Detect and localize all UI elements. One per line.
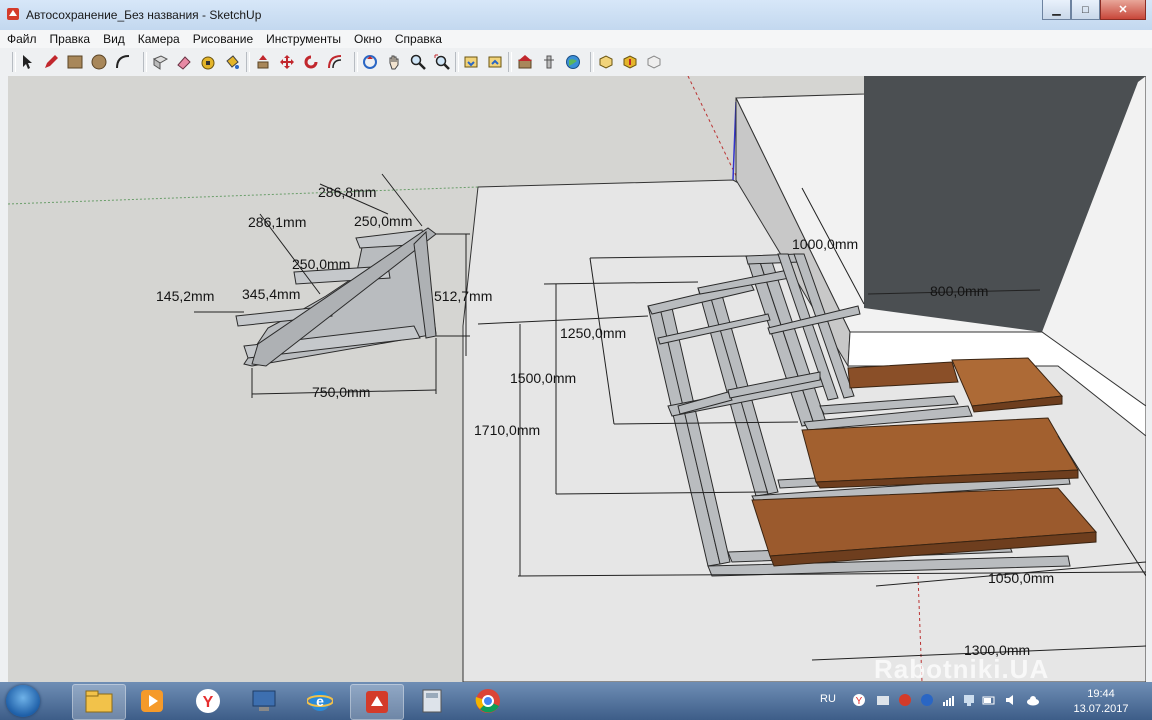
menu-draw[interactable]: Рисование	[186, 30, 259, 48]
maximize-button[interactable]: □	[1071, 0, 1100, 20]
language-indicator[interactable]: RU	[820, 693, 836, 705]
network-icon[interactable]	[962, 693, 976, 707]
battery-icon[interactable]	[982, 693, 996, 707]
dimension-label: 1050,0mm	[988, 570, 1055, 586]
menu-edit[interactable]: Правка	[43, 30, 97, 48]
zoom-icon[interactable]	[408, 52, 428, 72]
geo-location-icon[interactable]	[563, 52, 583, 72]
dimension-label: 800,0mm	[930, 283, 989, 299]
signal-icon[interactable]	[942, 693, 956, 707]
cloud-icon[interactable]	[1026, 693, 1040, 707]
title-bar: Автосохранение_Без названия - SketchUp ▁…	[0, 0, 1152, 31]
dimension-label: 1250,0mm	[560, 325, 627, 341]
scene-drawing	[8, 76, 1146, 682]
pan-icon[interactable]	[384, 52, 404, 72]
dimension-label: 750,0mm	[312, 384, 371, 400]
dimension-label: 345,4mm	[242, 286, 301, 302]
orbit-icon[interactable]	[360, 52, 380, 72]
pencil-icon[interactable]	[41, 52, 61, 72]
push-pull-icon[interactable]	[253, 52, 273, 72]
update-tray-icon[interactable]	[898, 693, 912, 707]
window-controls: ▁ □ ✕	[1042, 0, 1146, 20]
taskbar: Y e RU Y 19:44 13.07.2017	[0, 682, 1152, 720]
menu-camera[interactable]: Камера	[131, 30, 186, 48]
system-tray: RU Y 19:44 13.07.2017	[812, 682, 1152, 720]
get-models-icon[interactable]	[461, 52, 481, 72]
sketchup-app-icon	[7, 8, 19, 20]
sketchup-icon[interactable]	[350, 684, 404, 720]
eraser-icon[interactable]	[174, 52, 194, 72]
select-icon[interactable]	[17, 52, 37, 72]
move-icon[interactable]	[277, 52, 297, 72]
3d-warehouse-icon[interactable]	[596, 52, 616, 72]
extension-manager-icon[interactable]	[620, 52, 640, 72]
yandex-browser-icon[interactable]: Y	[182, 684, 234, 718]
circle-icon[interactable]	[89, 52, 109, 72]
dimension-label: 250,0mm	[354, 213, 413, 229]
main-toolbar	[0, 48, 1152, 77]
network-app-icon[interactable]	[238, 684, 290, 718]
chrome-icon[interactable]	[462, 684, 514, 718]
dimension-label: 1000,0mm	[792, 236, 859, 252]
app-tray-icon[interactable]	[876, 693, 890, 707]
minimize-button[interactable]: ▁	[1042, 0, 1071, 20]
internet-explorer-icon[interactable]: e	[294, 684, 346, 718]
volume-icon[interactable]	[1004, 693, 1018, 707]
menu-window[interactable]: Окно	[347, 30, 388, 48]
offset-icon[interactable]	[325, 52, 345, 72]
viewport-right-border	[1146, 76, 1152, 682]
drawing-viewport[interactable]: 286,8mm 286,1mm 250,0mm 250,0mm 145,2mm …	[8, 76, 1146, 682]
explorer-icon[interactable]	[72, 684, 126, 720]
clock-date: 13.07.2017	[1073, 703, 1129, 715]
arc-icon[interactable]	[113, 52, 133, 72]
zoom-extents-icon[interactable]	[432, 52, 452, 72]
menu-file[interactable]: Файл	[0, 30, 43, 48]
svg-text:Y: Y	[856, 696, 863, 707]
dimension-label: 512,7mm	[434, 288, 493, 304]
extension-icon[interactable]	[539, 52, 559, 72]
share-model-icon[interactable]	[485, 52, 505, 72]
site-watermark: Rabotniki.UA	[874, 654, 1050, 682]
menu-view[interactable]: Вид	[96, 30, 131, 48]
bluetooth-icon[interactable]	[920, 693, 934, 707]
tape-measure-icon[interactable]	[198, 52, 218, 72]
styles-icon[interactable]	[644, 52, 664, 72]
window-title: Автосохранение_Без названия - SketchUp	[26, 8, 262, 22]
dimension-label: 286,8mm	[318, 184, 377, 200]
menu-help[interactable]: Справка	[388, 30, 448, 48]
rectangle-icon[interactable]	[65, 52, 85, 72]
svg-text:Y: Y	[203, 694, 214, 711]
yandex-tray-icon[interactable]: Y	[852, 693, 866, 707]
dimension-label: 1710,0mm	[474, 422, 541, 438]
close-button[interactable]: ✕	[1100, 0, 1146, 20]
make-component-icon[interactable]	[150, 52, 170, 72]
svg-text:e: e	[316, 693, 324, 709]
warehouse-icon[interactable]	[515, 52, 535, 72]
rotate-icon[interactable]	[301, 52, 321, 72]
paint-bucket-icon[interactable]	[222, 52, 242, 72]
dimension-label: 250,0mm	[292, 256, 351, 272]
calculator-icon[interactable]	[406, 684, 458, 718]
viewport-left-border	[0, 76, 8, 682]
media-player-icon[interactable]	[126, 684, 178, 718]
windows-start-button[interactable]	[6, 685, 40, 717]
menu-tools[interactable]: Инструменты	[259, 30, 347, 48]
clock[interactable]: 19:44 13.07.2017	[1070, 687, 1132, 717]
dimension-label: 286,1mm	[248, 214, 307, 230]
clock-time: 19:44	[1087, 688, 1115, 700]
menu-bar: Файл Правка Вид Камера Рисование Инструм…	[0, 30, 1152, 48]
dimension-label: 1500,0mm	[510, 370, 577, 386]
dimension-label: 145,2mm	[156, 288, 215, 304]
